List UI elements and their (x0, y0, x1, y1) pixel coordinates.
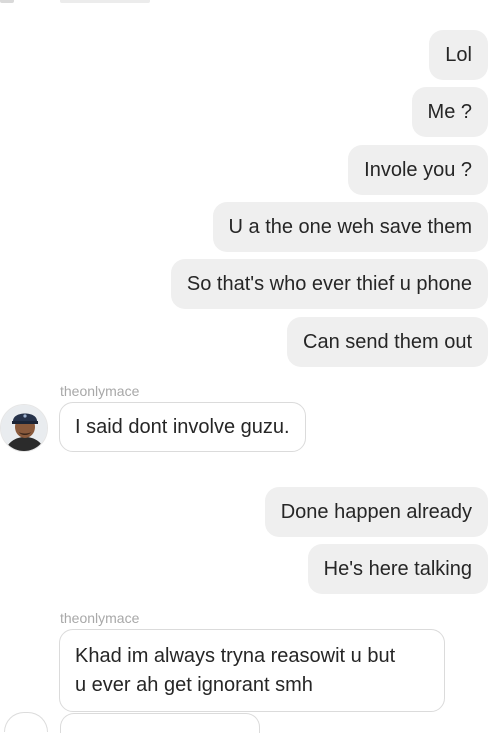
message-bubble-incoming[interactable]: I said dont involve guzu. (59, 402, 306, 452)
message-bubble-outgoing[interactable]: He's here talking (307, 544, 488, 594)
message-bubble-outgoing[interactable]: So that's who ever thief u phone (170, 259, 488, 309)
message-text: U a the one weh save them (228, 216, 472, 238)
message-text: Me ? (427, 101, 472, 123)
message-text: So that's who ever thief u phone (186, 273, 472, 295)
message-text: Invole you ? (364, 159, 472, 181)
cut-off-previous-content (0, 0, 500, 6)
avatar-partial (4, 712, 48, 732)
user-avatar-icon (1, 405, 47, 451)
message-text: Can send them out (303, 331, 472, 353)
message-text: Lol (445, 44, 472, 66)
message-bubble-outgoing[interactable]: U a the one weh save them (212, 202, 488, 252)
chat-thread[interactable]: Lol Me ? Invole you ? U a the one weh sa… (0, 0, 500, 733)
message-bubble-outgoing[interactable]: Invole you ? (348, 145, 488, 195)
message-bubble-outgoing[interactable]: Can send them out (287, 317, 488, 367)
message-bubble-outgoing[interactable]: Done happen already (264, 487, 488, 537)
message-bubble-outgoing[interactable]: Me ? (411, 87, 488, 137)
message-text-line: u ever ah get ignorant smh (75, 674, 313, 696)
sender-name[interactable]: theonlymace (60, 609, 139, 627)
message-text: He's here talking (323, 558, 472, 580)
message-bubble-incoming[interactable]: Khad im always tryna reasowit u but u ev… (59, 629, 445, 712)
sender-name[interactable]: theonlymace (60, 382, 139, 400)
message-text: Done happen already (280, 501, 472, 523)
message-text-line: Khad im always tryna reasowit u but (75, 645, 396, 667)
message-bubble-partial (60, 713, 260, 733)
message-text: I said dont involve guzu. (75, 416, 290, 438)
message-bubble-outgoing[interactable]: Lol (429, 30, 488, 80)
avatar[interactable] (0, 404, 48, 452)
